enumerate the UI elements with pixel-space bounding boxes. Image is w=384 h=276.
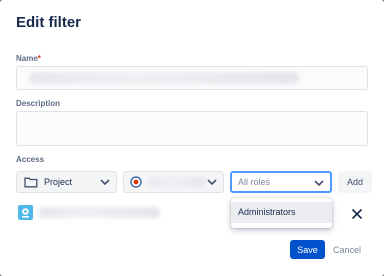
- chevron-down-icon: [207, 179, 217, 186]
- scope-value: Project: [44, 177, 73, 187]
- access-label: Access: [16, 155, 45, 164]
- project-value-redacted: [148, 177, 206, 187]
- save-button[interactable]: Save: [290, 240, 325, 259]
- name-label: Name*: [16, 54, 41, 63]
- role-option-administrators[interactable]: Administrators: [231, 202, 332, 223]
- add-button[interactable]: Add: [338, 171, 372, 193]
- close-icon[interactable]: [351, 208, 363, 220]
- roles-select[interactable]: All roles: [230, 171, 332, 193]
- project-select[interactable]: [123, 171, 224, 193]
- edit-filter-dialog: Edit filter Name* Description Access Pro…: [0, 0, 384, 276]
- roles-placeholder: All roles: [238, 177, 271, 187]
- description-label: Description: [16, 99, 61, 108]
- project-avatar-icon: [130, 176, 142, 188]
- roles-dropdown: Administrators: [231, 198, 332, 228]
- chevron-down-icon: [100, 179, 110, 186]
- folder-icon: [24, 177, 38, 188]
- required-mark: *: [37, 54, 41, 63]
- scope-select[interactable]: Project: [16, 171, 117, 193]
- name-input[interactable]: [16, 66, 368, 90]
- entry-avatar-icon: [18, 205, 33, 220]
- name-value-redacted: [29, 72, 299, 84]
- cancel-button[interactable]: Cancel: [331, 240, 363, 259]
- name-label-text: Name: [16, 54, 38, 63]
- description-input[interactable]: [16, 111, 368, 146]
- entry-name-redacted: [38, 207, 160, 218]
- dialog-title: Edit filter: [16, 14, 82, 31]
- chevron-down-icon: [314, 180, 324, 187]
